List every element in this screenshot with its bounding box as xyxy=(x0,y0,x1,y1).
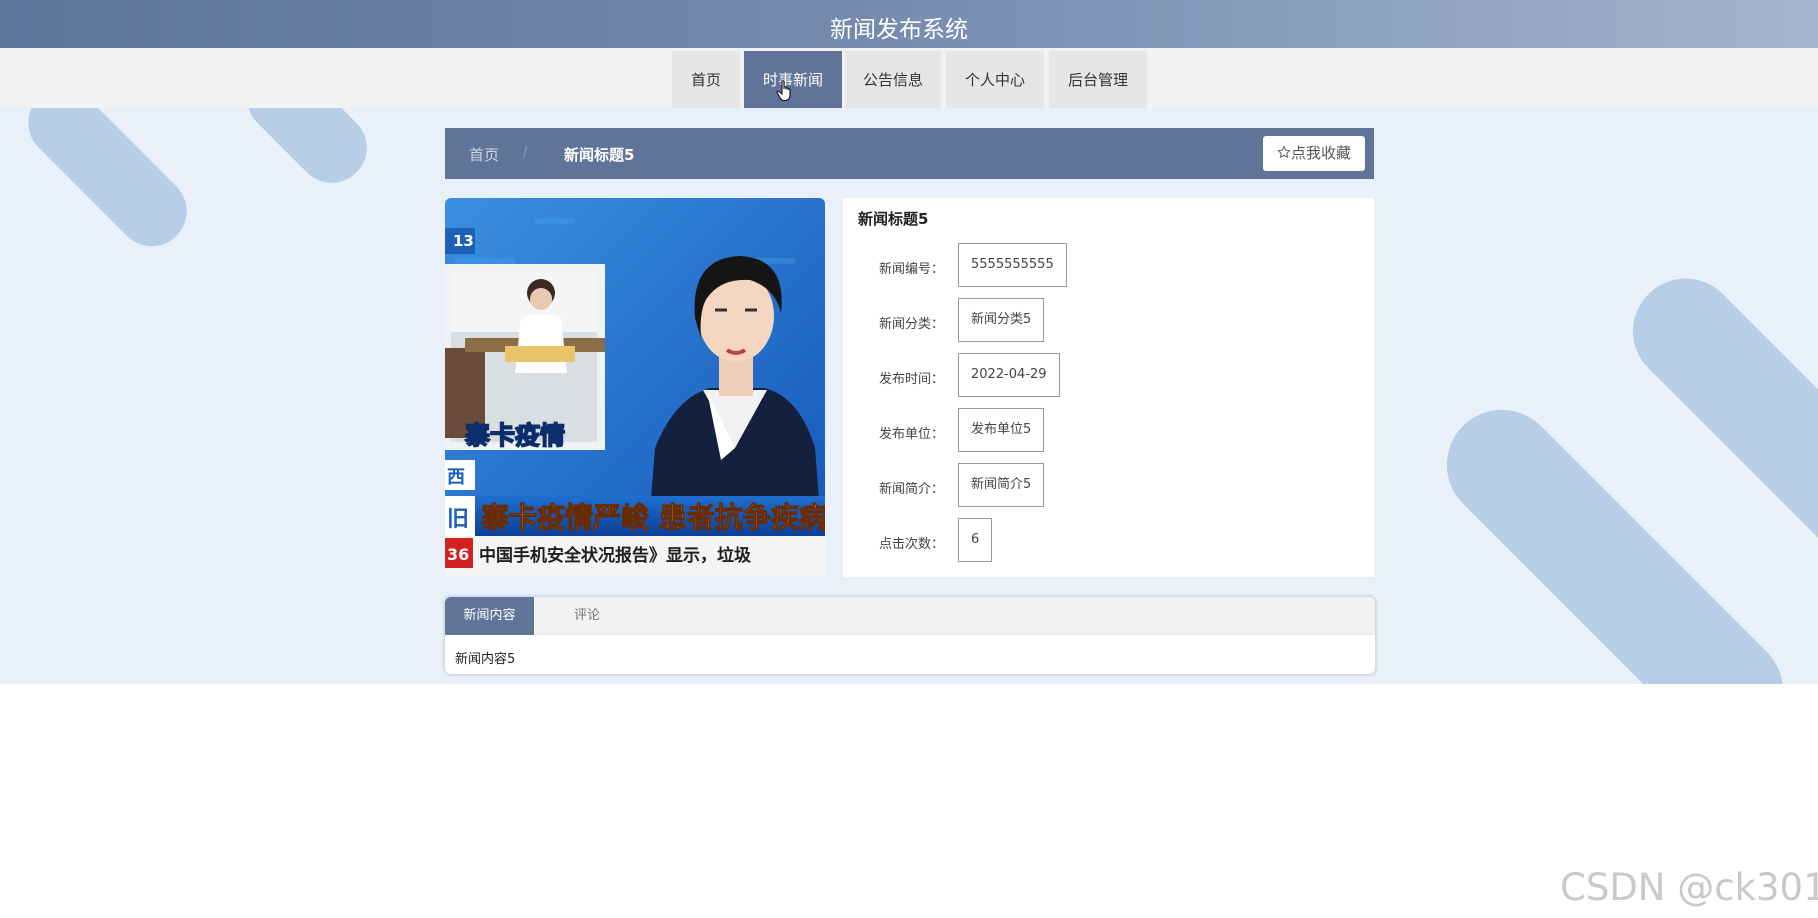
tab-news-content[interactable]: 新闻内容 xyxy=(445,597,534,635)
field-value-news-id: 5555555555 xyxy=(958,243,1067,287)
field-label-publish-date: 发布时间： xyxy=(879,372,945,387)
favorite-button[interactable]: 点我收藏 xyxy=(1263,136,1365,171)
field-label-publisher: 发布单位： xyxy=(879,427,945,442)
content-tabs: 新闻内容 评论 新闻内容5 xyxy=(445,597,1375,674)
main-nav: 首页 时事新闻 公告信息 个人中心 后台管理 xyxy=(0,48,1818,109)
field-value-click-count: 6 xyxy=(958,518,993,562)
favorite-button-label: 点我收藏 xyxy=(1290,144,1351,162)
breadcrumb-current: 新闻标题5 xyxy=(564,146,635,164)
photo-side-text-2: 旧 xyxy=(447,507,469,532)
photo-inset-caption: 寨卡疫情 xyxy=(465,421,565,450)
decor-stripe xyxy=(232,108,382,198)
news-photo-image: 13 寨卡疫情 西 旧 寨卡疫情严峻 患者抗争疾病 36 中国手机安全状况报告》… xyxy=(445,198,825,577)
breadcrumb: 首页 / 新闻标题5 点我收藏 xyxy=(445,128,1374,179)
photo-ticker: 中国手机安全状况报告》显示，垃圾 xyxy=(479,545,752,566)
app-title: 新闻发布系统 xyxy=(830,17,968,43)
star-outline-icon xyxy=(1277,145,1291,158)
nav-announcements[interactable]: 公告信息 xyxy=(845,51,941,109)
nav-admin[interactable]: 后台管理 xyxy=(1049,51,1147,109)
hand-cursor-icon xyxy=(776,80,791,102)
breadcrumb-home[interactable]: 首页 xyxy=(469,144,499,165)
field-value-summary: 新闻简介5 xyxy=(958,463,1045,507)
news-content-text: 新闻内容5 xyxy=(455,652,516,667)
news-detail-panel: 新闻标题5 新闻编号： 5555555555 新闻分类： 新闻分类5 发布时间：… xyxy=(843,198,1374,577)
news-title: 新闻标题5 xyxy=(858,210,929,228)
photo-headline: 寨卡疫情严峻 患者抗争疾病 xyxy=(481,501,825,534)
field-value-publisher: 发布单位5 xyxy=(958,408,1045,452)
field-label-click-count: 点击次数： xyxy=(879,537,945,552)
tabs-bar: 新闻内容 评论 xyxy=(445,597,1375,635)
nav-personal-center[interactable]: 个人中心 xyxy=(946,51,1044,109)
photo-badge: 13 xyxy=(453,232,474,250)
breadcrumb-separator: / xyxy=(523,145,528,160)
photo-side-text: 西 xyxy=(447,467,465,488)
app-header: 新闻发布系统 xyxy=(0,0,1818,48)
field-value-publish-date: 2022-04-29 xyxy=(958,353,1060,397)
field-label-category: 新闻分类： xyxy=(879,317,945,332)
watermark: CSDN @ck3017 xyxy=(1560,866,1818,909)
decor-stripe xyxy=(13,108,202,261)
photo-ticker-number: 36 xyxy=(447,545,469,564)
field-label-news-id: 新闻编号： xyxy=(879,262,945,277)
tab-comments[interactable]: 评论 xyxy=(534,597,640,635)
nav-home[interactable]: 首页 xyxy=(672,51,740,109)
field-value-category: 新闻分类5 xyxy=(958,298,1045,342)
field-label-summary: 新闻简介： xyxy=(879,482,945,497)
news-photo: 13 寨卡疫情 西 旧 寨卡疫情严峻 患者抗争疾病 36 中国手机安全状况报告》… xyxy=(445,198,825,577)
